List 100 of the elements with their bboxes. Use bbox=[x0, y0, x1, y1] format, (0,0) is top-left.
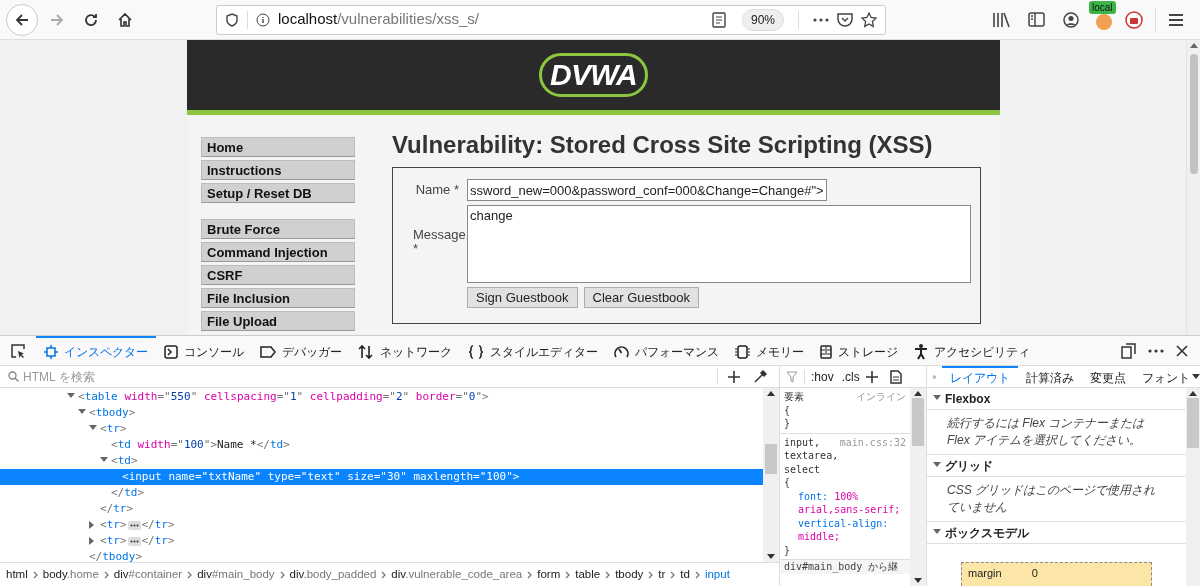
dom-node[interactable]: <tr> bbox=[100, 532, 127, 550]
devtools-tab[interactable]: ネットワーク bbox=[350, 336, 460, 365]
message-textarea[interactable]: change bbox=[467, 205, 971, 283]
scroll-down-icon[interactable] bbox=[914, 578, 922, 583]
menu-icon[interactable] bbox=[1168, 12, 1184, 27]
breadcrumb-item[interactable]: tbody bbox=[615, 565, 644, 584]
dom-node[interactable]: <tr> bbox=[100, 420, 127, 438]
devtools-tab[interactable]: インスペクター bbox=[36, 336, 156, 365]
scroll-up-icon[interactable] bbox=[1189, 391, 1197, 396]
dom-node[interactable]: <td width="100">Name *</td> bbox=[111, 436, 290, 454]
chevron-icon[interactable] bbox=[670, 570, 676, 579]
dom-node[interactable]: </td> bbox=[111, 484, 145, 502]
dropdown-caret-icon[interactable] bbox=[1192, 374, 1200, 379]
sidebar-tab[interactable]: フォント bbox=[1134, 366, 1198, 387]
add-icon[interactable] bbox=[865, 370, 878, 383]
library-icon[interactable] bbox=[992, 11, 1010, 28]
menu-link[interactable]: CSRF bbox=[201, 265, 355, 285]
devtools-tab[interactable]: デバッガー bbox=[252, 336, 350, 365]
back-button[interactable] bbox=[6, 3, 38, 36]
breadcrumb-item[interactable]: div#container bbox=[113, 565, 183, 584]
name-input[interactable]: ssword_new=000&password_conf=000&Change=Change#"> bbox=[467, 179, 827, 201]
form-button[interactable]: Clear Guestbook bbox=[583, 287, 700, 308]
add-icon[interactable] bbox=[728, 370, 740, 383]
breadcrumb-item[interactable]: tr bbox=[658, 565, 666, 584]
breadcrumb-item[interactable]: input bbox=[704, 565, 730, 584]
scrollbar-thumb[interactable] bbox=[1189, 54, 1198, 174]
devtools-tab[interactable]: メモリー bbox=[727, 336, 812, 365]
close-icon[interactable] bbox=[1176, 344, 1188, 357]
chevron-icon[interactable] bbox=[694, 570, 700, 579]
chevron-icon[interactable] bbox=[605, 570, 611, 579]
devtools-tab[interactable]: コンソール bbox=[156, 336, 252, 365]
scroll-up-icon[interactable] bbox=[1189, 43, 1198, 48]
more-icon[interactable] bbox=[1148, 348, 1164, 353]
section-header[interactable]: グリッド bbox=[945, 456, 993, 475]
scrollbar-thumb[interactable] bbox=[765, 444, 777, 474]
dom-node[interactable]: <table width="550" cellspacing="1" cellpadding="2" border="0"> bbox=[78, 388, 489, 406]
dom-node[interactable]: <tr> bbox=[100, 516, 127, 534]
menu-link[interactable]: Command Injection bbox=[201, 242, 355, 262]
dom-scrollbar[interactable] bbox=[763, 388, 779, 562]
scrollbar-thumb[interactable] bbox=[912, 398, 924, 446]
address-bar[interactable]: localhost/vulnerabilities/xss_s/ 90% bbox=[216, 4, 886, 35]
dom-node[interactable]: <td> bbox=[111, 452, 138, 470]
dom-node[interactable]: </tr> bbox=[141, 516, 175, 534]
devtools-tab[interactable]: パフォーマンス bbox=[606, 336, 727, 365]
menu-link[interactable]: Home bbox=[201, 137, 355, 157]
zoom-level[interactable]: 90% bbox=[741, 8, 784, 31]
layout-scrollbar[interactable] bbox=[1186, 388, 1200, 586]
menu-link[interactable]: Brute Force bbox=[201, 219, 355, 239]
breadcrumb-item[interactable]: div.body_padded bbox=[289, 565, 377, 584]
breadcrumb-item[interactable]: div#main_body bbox=[197, 565, 275, 584]
html-search-field[interactable]: HTML を検索 bbox=[23, 367, 713, 386]
toolbar-toggle[interactable]: .cls bbox=[841, 367, 860, 386]
chevron-icon[interactable] bbox=[32, 570, 38, 579]
breadcrumb-item[interactable]: table bbox=[575, 565, 601, 584]
element-picker-icon[interactable] bbox=[10, 342, 26, 359]
form-button[interactable]: Sign Guestbook bbox=[467, 287, 578, 308]
eyedropper-icon[interactable] bbox=[754, 370, 767, 383]
chevron-icon[interactable] bbox=[187, 570, 193, 579]
chevron-icon[interactable] bbox=[279, 570, 285, 579]
chevron-icon[interactable] bbox=[565, 570, 571, 579]
collapsed-content-icon[interactable] bbox=[127, 536, 141, 546]
menu-link[interactable]: File Inclusion bbox=[201, 288, 355, 308]
collapsed-content-icon[interactable] bbox=[127, 520, 141, 530]
chevron-icon[interactable] bbox=[527, 570, 533, 579]
scrollbar-thumb[interactable] bbox=[1187, 398, 1199, 448]
breadcrumb-item[interactable]: html bbox=[6, 565, 28, 584]
scroll-down-icon[interactable] bbox=[767, 554, 775, 559]
star-icon[interactable] bbox=[861, 11, 877, 28]
sidebar-icon[interactable] bbox=[1028, 12, 1045, 27]
scroll-up-icon[interactable] bbox=[767, 391, 775, 396]
page-scrollbar[interactable] bbox=[1186, 40, 1200, 335]
pocket-icon[interactable] bbox=[837, 12, 853, 27]
devtools-tab[interactable]: スタイルエディター bbox=[460, 336, 606, 365]
devtools-tab[interactable]: アクセシビリティ bbox=[906, 336, 1038, 365]
rules-scrollbar[interactable] bbox=[910, 388, 926, 586]
dom-node[interactable]: <tbody> bbox=[89, 404, 136, 422]
breadcrumb-item[interactable]: body.home bbox=[42, 565, 99, 584]
devtools-tab[interactable]: ストレージ bbox=[812, 336, 906, 365]
sidebar-tab[interactable]: 計算済み bbox=[1018, 366, 1082, 387]
section-header[interactable]: ボックスモデル bbox=[945, 523, 1029, 542]
more-icon[interactable] bbox=[813, 17, 829, 22]
menu-link[interactable]: Instructions bbox=[201, 160, 355, 180]
dom-node[interactable]: </tbody> bbox=[89, 548, 142, 562]
toolbar-toggle[interactable]: :hov bbox=[811, 367, 834, 386]
menu-link[interactable]: Setup / Reset DB bbox=[201, 183, 355, 203]
chevron-icon[interactable] bbox=[381, 570, 387, 579]
dom-node[interactable]: </tr> bbox=[100, 500, 134, 518]
section-header[interactable]: Flexbox bbox=[945, 389, 991, 408]
dock-icon[interactable] bbox=[1121, 342, 1136, 359]
scroll-up-icon[interactable] bbox=[914, 391, 922, 396]
account-icon[interactable] bbox=[1063, 11, 1079, 28]
chevron-icon[interactable] bbox=[648, 570, 654, 579]
reader-view-icon[interactable] bbox=[711, 11, 726, 28]
breadcrumb-item[interactable]: div.vulnerable_code_area bbox=[391, 565, 523, 584]
menu-link[interactable]: File Upload bbox=[201, 311, 355, 331]
video-extension-icon[interactable] bbox=[1125, 10, 1143, 29]
dom-node[interactable]: </tr> bbox=[141, 532, 175, 550]
breadcrumb-item[interactable]: td bbox=[680, 565, 690, 584]
breadcrumb-item[interactable]: form bbox=[537, 565, 561, 584]
document-icon[interactable] bbox=[889, 369, 902, 384]
